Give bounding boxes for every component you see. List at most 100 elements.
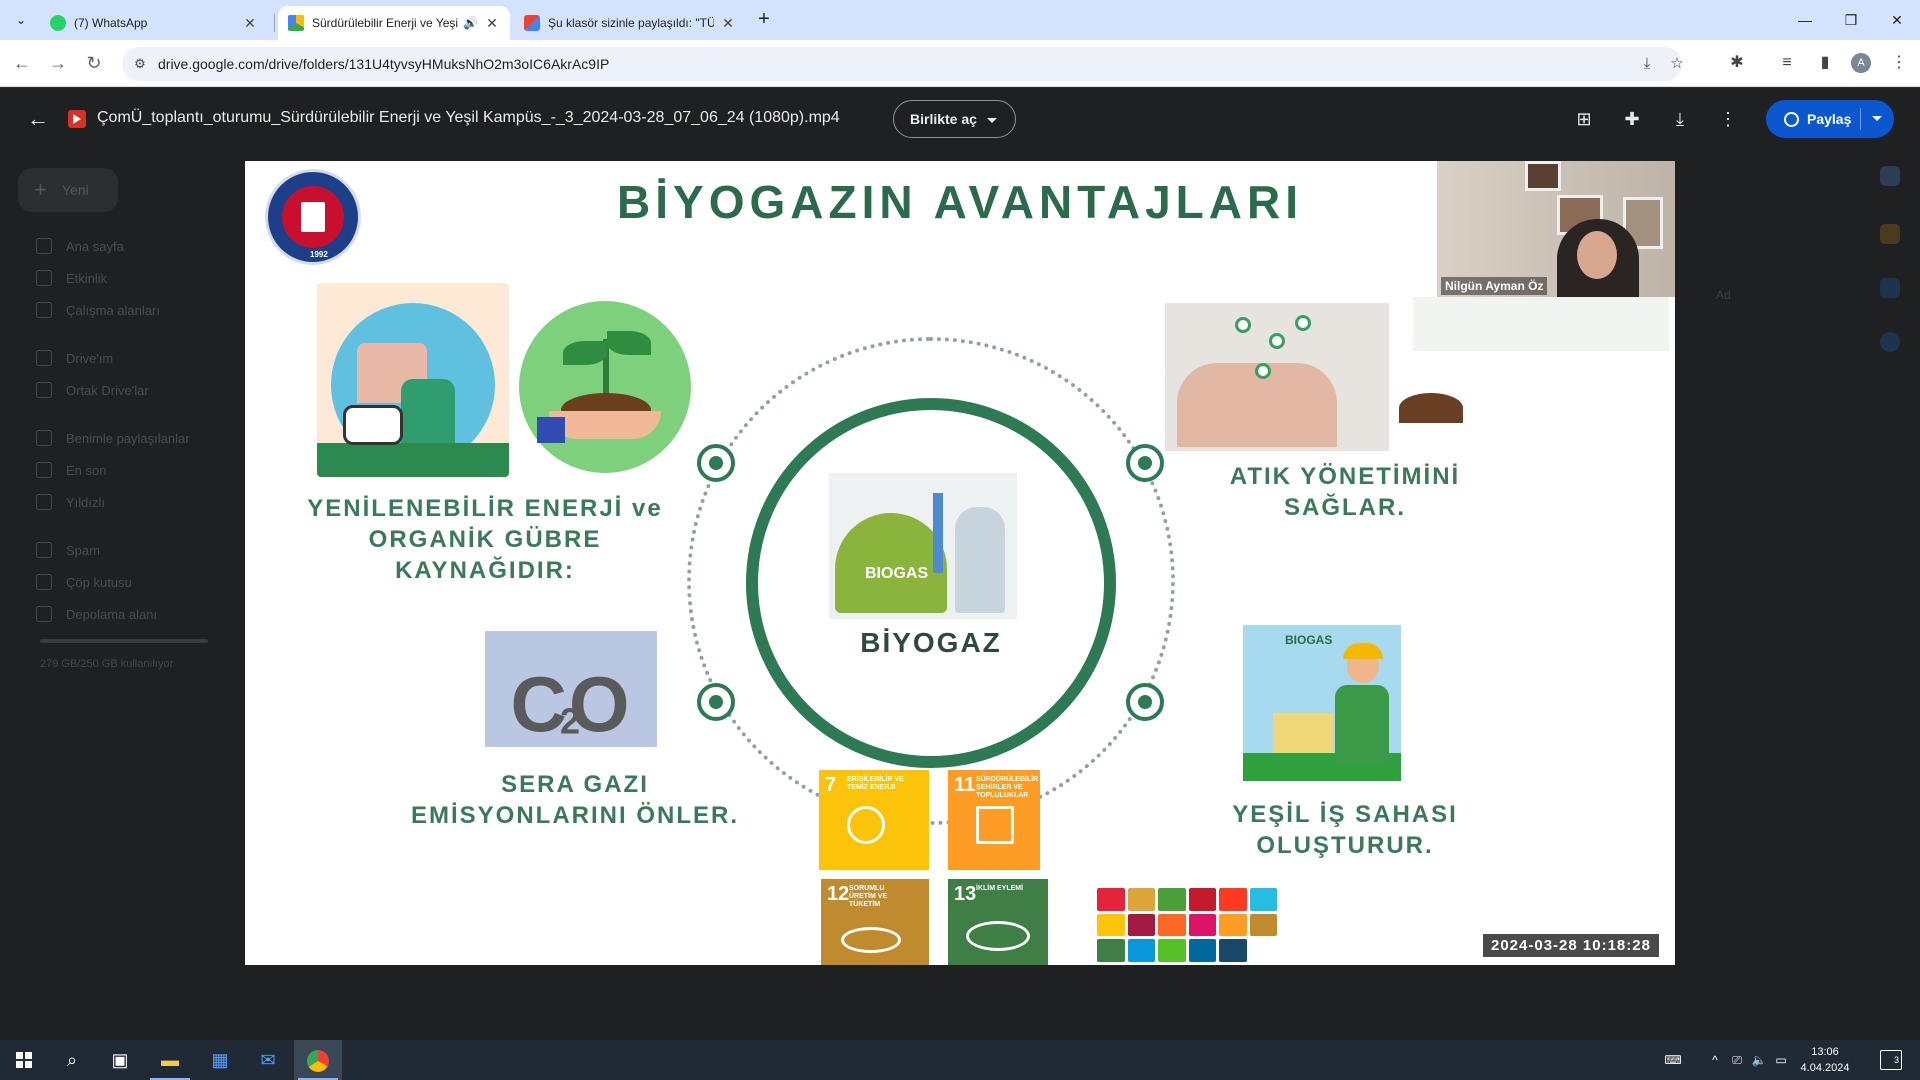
sidebar-item-shared-with-me[interactable]: Benimle paylaşılanlar [36,430,190,446]
address-bar[interactable]: ⚙ drive.google.com/drive/folders/131U4ty… [122,47,1684,81]
forward-icon[interactable]: → [46,51,70,75]
notification-center-icon[interactable]: 3 [1880,1050,1902,1070]
share-button[interactable]: Paylaş [1766,100,1894,138]
tab-whatsapp[interactable]: (7) WhatsApp ✕ [40,6,268,40]
media-controls-icon[interactable]: ≡ [1776,52,1798,74]
tab-gmail[interactable]: Şu klasör sizinle paylaşıldı: "TÜE ✕ [514,6,746,40]
calendar-icon[interactable] [1880,166,1900,186]
co2-text: CO [510,660,632,748]
system-clock[interactable]: 13:06 4.04.2024 [1794,1044,1856,1076]
download-icon[interactable]: ⤓ [1667,106,1693,132]
spam-icon [36,542,52,558]
video-player[interactable]: 1992 BİYOGAZIN AVANTAJLARI YENİLENEBİLİR… [245,161,1675,965]
contacts-icon[interactable] [1880,332,1900,352]
compost-heap-illustration [1395,369,1467,423]
new-button-label: Yeni [62,182,89,198]
tab-search-chevron-icon[interactable]: ⌄ [10,9,32,31]
more-actions-icon[interactable]: ⋮ [1715,106,1741,132]
sdg-number: 7 [825,774,837,796]
close-window-icon[interactable]: ✕ [1874,0,1920,40]
windows-taskbar: ⌕ ▣ ▬ ▦ ✉ ⌨ ^ ⎚ 🔈 ▭ 13:06 4.04.2024 3 [0,1040,1920,1080]
profile-avatar[interactable]: A [1851,53,1871,73]
speaker-icon[interactable]: 🔊 [463,16,478,30]
sort-by-name[interactable]: Ad [1716,288,1731,302]
sdg-grid-tile [1158,913,1186,937]
side-panel-icon[interactable]: ▮ [1814,52,1836,74]
volume-icon[interactable]: 🔈 [1750,1040,1768,1080]
open-with-button[interactable]: Birlikte aç [893,100,1016,138]
video-timestamp: 2024-03-28 10:18:28 [1483,934,1659,957]
sdg-label: SORUMLU ÜRETİM VE TÜKETİM [849,885,888,908]
sidebar-item-activity[interactable]: Etkinlik [36,270,107,286]
sdg-goals-grid [1094,885,1280,965]
reload-icon[interactable]: ↻ [82,51,106,75]
sidebar-label: Spam [66,542,100,558]
sidebar-item-my-drive[interactable]: Drive'ım [36,350,113,366]
close-tab-icon[interactable]: ✕ [484,15,500,32]
minimize-icon[interactable]: — [1782,0,1828,40]
show-hidden-icons-icon[interactable]: ^ [1706,1040,1724,1080]
biogas-plant-illustration: BIOGAS [829,473,1017,619]
chrome-taskbar-icon[interactable] [294,1040,342,1080]
keyboard-layout-icon[interactable]: ⌨ [1658,1040,1688,1080]
store-icon[interactable]: ▦ [196,1040,244,1080]
share-options-caret-icon[interactable] [1872,116,1882,121]
sidebar-label: Yıldızlı [66,494,106,510]
tab-title: Şu klasör sizinle paylaşıldı: "TÜE [548,16,714,30]
sdg-grid-tile [1158,939,1186,962]
file-explorer-icon[interactable]: ▬ [146,1040,194,1080]
sdg-grid-tile [1188,888,1216,911]
sidebar-item-storage[interactable]: Depolama alanı [36,606,157,622]
start-button[interactable] [0,1040,48,1080]
close-tab-icon[interactable]: ✕ [720,15,736,32]
sidebar-item-spam[interactable]: Spam [36,542,100,558]
tab-title: Sürdürülebilir Enerji ve Yeşi [312,16,459,30]
center-label: BİYOGAZ [860,627,1002,658]
tasks-icon[interactable] [1880,278,1900,298]
move-to-folder-icon[interactable]: ⊞ [1571,106,1597,132]
sidebar-label: Drive'ım [66,350,114,366]
bookmark-star-icon[interactable]: ☆ [1668,56,1686,72]
benefit-line: SERA GAZI [501,771,649,798]
sidebar-item-shared-drives[interactable]: Ortak Drive'lar [36,382,149,398]
install-app-icon[interactable]: ⤓ [1638,56,1656,72]
browser-tab-strip: ⌄ (7) WhatsApp ✕ Sürdürülebilir Enerji v… [0,0,1920,40]
restore-icon[interactable]: ❐ [1828,0,1874,40]
benefit-line: YENİLENEBİLİR ENERJİ ve [307,495,663,522]
benefit-line: ORGANİK GÜBRE [368,526,602,553]
keep-icon[interactable] [1880,224,1900,244]
site-info-icon[interactable]: ⚙ [132,56,148,72]
sidebar-label: Etkinlik [66,270,108,286]
search-icon[interactable]: ⌕ [48,1040,96,1080]
video-file-icon [68,110,86,128]
eye-earth-icon [966,921,1030,951]
sidebar-item-workspaces[interactable]: Çalışma alanları [36,302,160,318]
extensions-icon[interactable]: ✱ [1726,52,1748,74]
new-tab-button[interactable]: + [752,8,776,32]
network-icon[interactable]: ▭ [1772,1040,1790,1080]
new-button[interactable]: + Yeni [18,168,118,212]
meet-now-icon[interactable]: ⎚ [1728,1040,1746,1080]
sdg-grid-tile [1188,913,1216,937]
sidebar-label: Depolama alanı [66,606,158,622]
sdg-grid-tile [1097,913,1125,937]
tab-divider [274,14,275,32]
clock-time: 13:06 [1811,1046,1839,1058]
close-tab-icon[interactable]: ✕ [242,15,258,32]
browser-toolbar: ← → ↻ ⚙ drive.google.com/drive/folders/1… [0,40,1920,87]
url-text[interactable]: drive.google.com/drive/folders/131U4tyvs… [158,56,609,72]
close-viewer-back-icon[interactable]: ← [24,106,52,134]
back-icon[interactable]: ← [10,51,34,75]
sidebar-item-starred[interactable]: Yıldızlı [36,494,105,510]
star-icon [36,494,52,510]
tab-google-drive[interactable]: Sürdürülebilir Enerji ve Yeşi 🔊 ✕ [278,6,510,40]
sidebar-item-trash[interactable]: Çöp kutusu [36,574,132,590]
sidebar-item-home[interactable]: Ana sayfa [36,238,124,254]
sdg-label: ERİŞİLEBİLİR VE TEMİZ ENERJİ [847,776,904,791]
sidebar-item-recent[interactable]: En son [36,462,106,478]
task-view-icon[interactable]: ▣ [96,1040,144,1080]
add-comment-icon[interactable]: ✚ [1619,106,1645,132]
mail-icon[interactable]: ✉ [244,1040,292,1080]
chrome-menu-icon[interactable]: ⋮ [1888,52,1910,74]
sdg-grid-tile [1158,888,1186,911]
